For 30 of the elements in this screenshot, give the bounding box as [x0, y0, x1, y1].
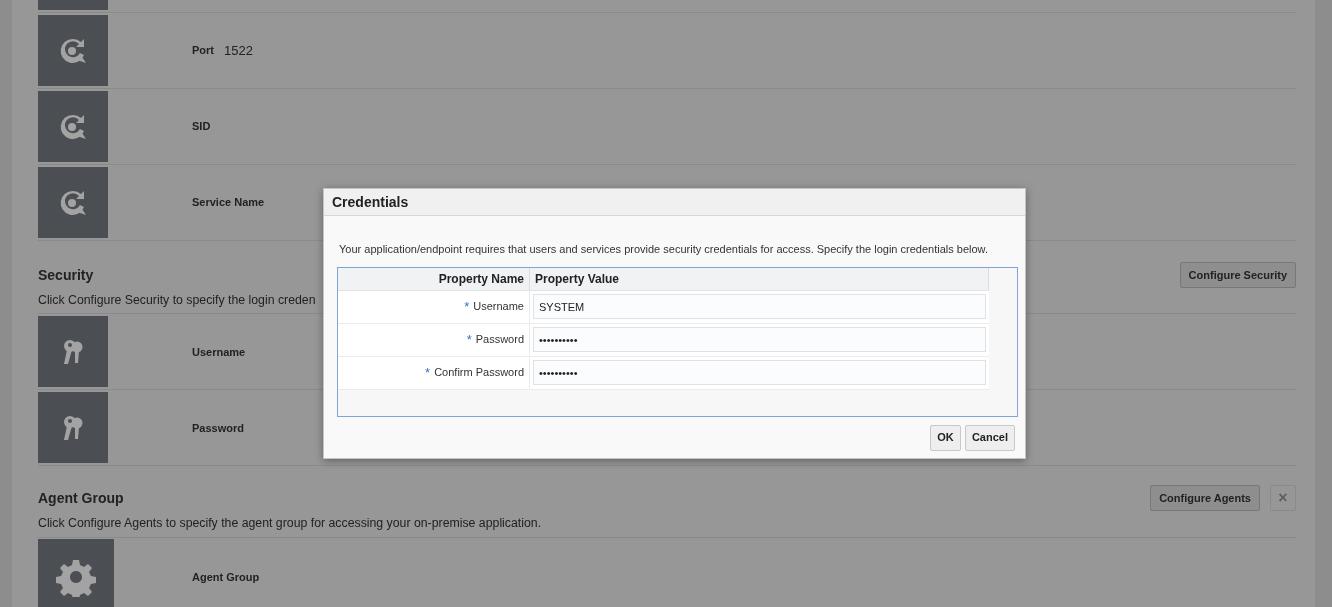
input-field[interactable]: ••••••••••: [533, 360, 986, 385]
keys-icon: [61, 338, 85, 365]
field-label: Confirm Password: [434, 365, 524, 381]
required-mark: *: [425, 363, 431, 382]
field-label: Password: [475, 332, 524, 348]
column-header: Property Value: [530, 267, 989, 290]
field-label: Password: [192, 420, 244, 436]
field-label: SID: [192, 119, 211, 135]
dialog-button[interactable]: OK: [929, 424, 961, 451]
field-label: Agent Group: [192, 569, 260, 585]
required-mark: *: [466, 330, 472, 349]
field-value: 1522: [224, 41, 253, 60]
section-title: Agent Group: [38, 488, 124, 508]
input-field[interactable]: ••••••••••: [533, 327, 986, 352]
input-field[interactable]: SYSTEM: [533, 294, 986, 319]
section-title: Security: [38, 265, 94, 285]
dialog-message: Your application/endpoint requires that users and services provide security credentials for access. Specify the login credentials below.: [339, 242, 989, 257]
icon-tile: [38, 0, 108, 10]
dialog-button[interactable]: Cancel: [964, 424, 1015, 451]
column-header: Property Name: [338, 267, 530, 290]
configure-button[interactable]: Configure Security: [1179, 262, 1296, 288]
field-label: Port: [192, 43, 214, 59]
field-label: Username: [192, 344, 246, 360]
section-description: Click Configure Agents to specify the agent group for accessing your on-premise application.: [38, 514, 1296, 538]
field-label: Username: [473, 299, 524, 315]
keys-icon: [61, 414, 85, 441]
field-label: Service Name: [192, 195, 265, 211]
dialog-title: Credentials: [324, 189, 1025, 216]
configure-button[interactable]: Configure Agents: [1150, 485, 1260, 512]
required-mark: *: [464, 297, 470, 316]
